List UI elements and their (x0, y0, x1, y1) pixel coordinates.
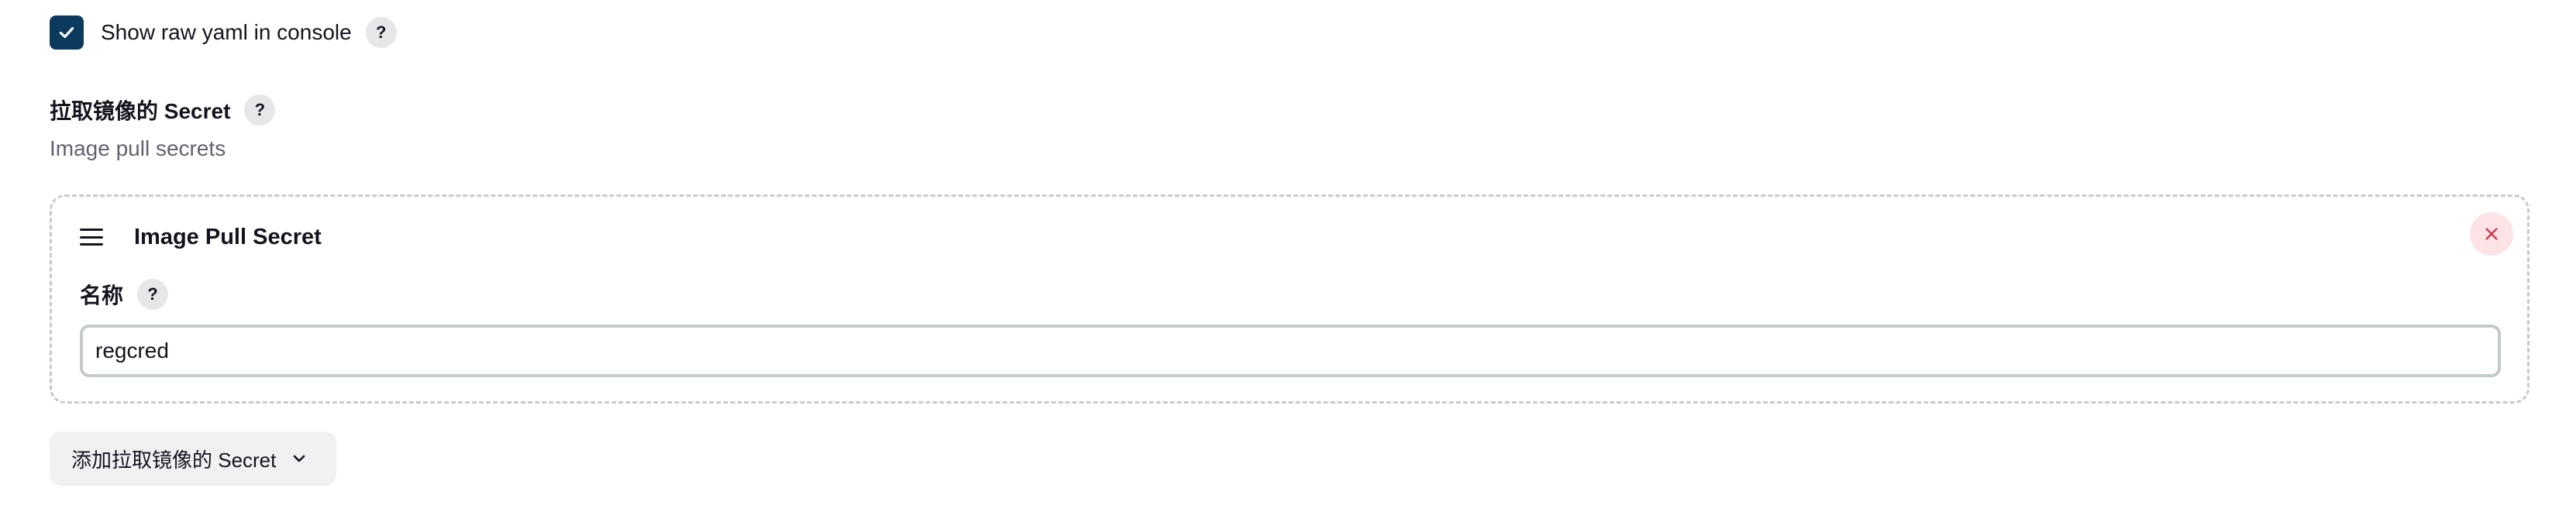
chevron-down-icon (294, 455, 305, 462)
card-header: Image Pull Secret (80, 214, 322, 260)
image-pull-secrets-help-button[interactable]: ? (244, 95, 276, 125)
show-raw-yaml-checkbox[interactable] (50, 15, 84, 50)
close-icon (2485, 228, 2498, 240)
name-field-label: 名称 (80, 284, 124, 308)
show-raw-yaml-row: Show raw yaml in console ? (50, 15, 397, 50)
delete-secret-button[interactable] (2470, 212, 2513, 256)
secret-name-input[interactable] (80, 325, 2501, 377)
add-image-pull-secret-label: 添加拉取镜像的 Secret (71, 448, 277, 472)
name-field-label-row: 名称 ? (80, 277, 169, 311)
image-pull-secret-card: Image Pull Secret 名称 ? (50, 194, 2530, 404)
image-pull-secrets-description: Image pull secrets (50, 136, 226, 160)
image-pull-secrets-header: 拉取镜像的 Secret ? (50, 93, 276, 127)
show-raw-yaml-label[interactable]: Show raw yaml in console (101, 20, 352, 45)
card-title: Image Pull Secret (134, 224, 322, 249)
drag-handle-icon[interactable] (80, 229, 103, 246)
name-field-help-button[interactable]: ? (137, 279, 169, 310)
add-image-pull-secret-button[interactable]: 添加拉取镜像的 Secret (50, 431, 336, 486)
image-pull-secrets-title: 拉取镜像的 Secret (50, 99, 231, 123)
show-raw-yaml-help-button[interactable]: ? (365, 17, 397, 48)
check-icon (59, 26, 74, 39)
